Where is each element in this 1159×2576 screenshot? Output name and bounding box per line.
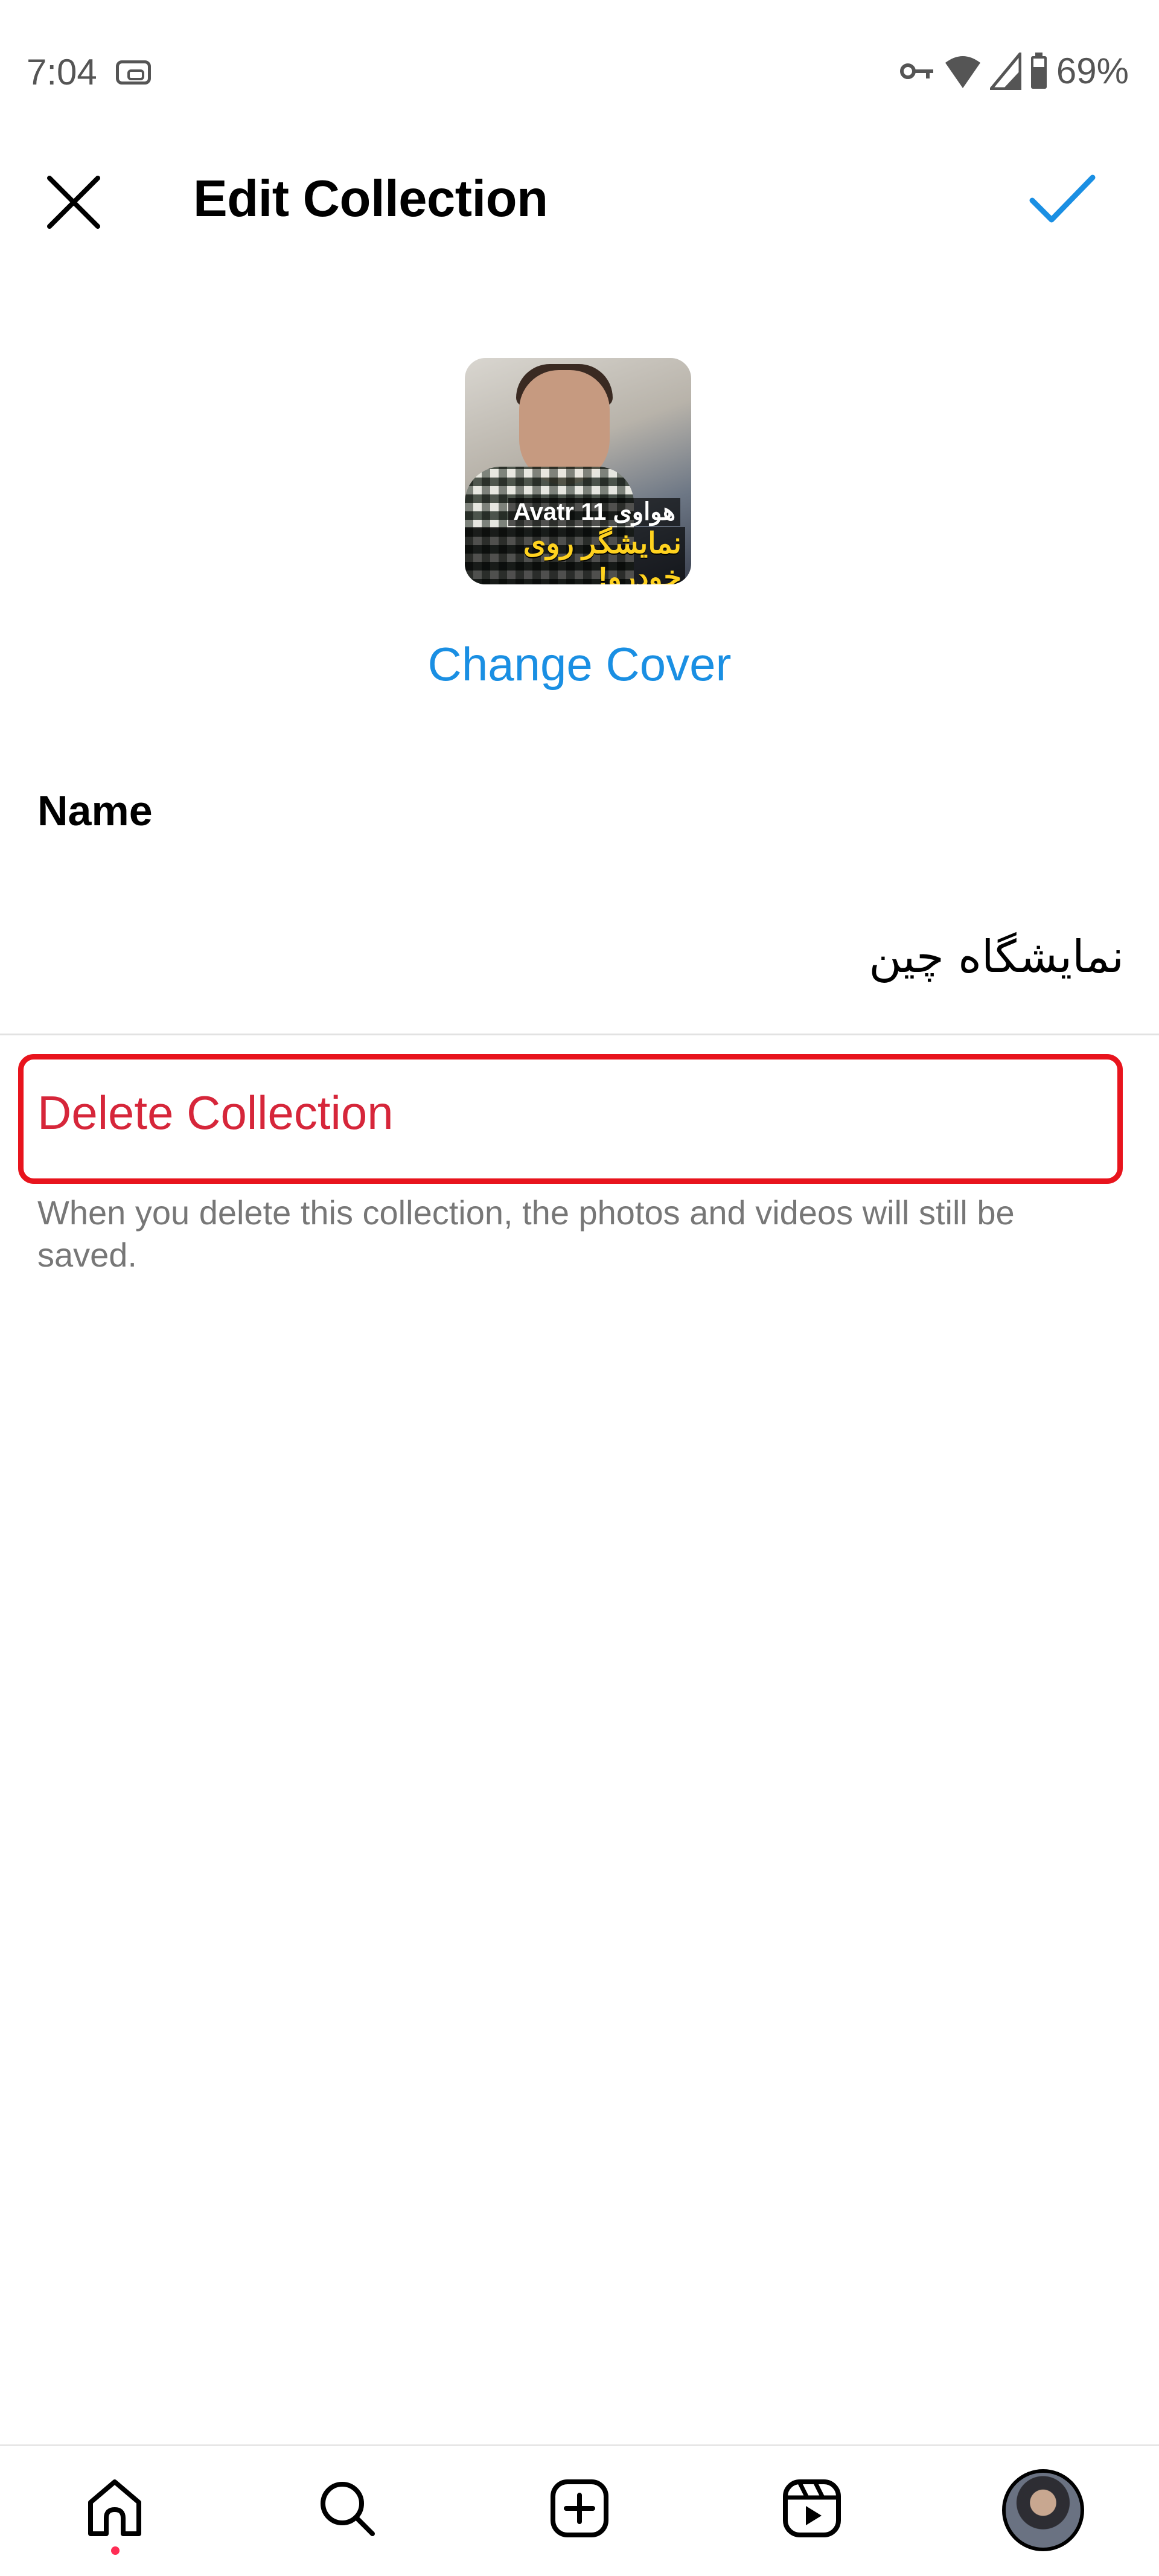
close-icon	[47, 176, 100, 229]
save-button[interactable]	[1026, 169, 1099, 229]
delete-help-text: When you delete this collection, the pho…	[37, 1194, 1015, 1274]
change-cover-button[interactable]: Change Cover	[0, 637, 1159, 691]
bottom-nav-divider	[0, 2444, 1159, 2446]
reels-icon	[783, 2479, 841, 2537]
notification-dot	[111, 2546, 120, 2555]
page-title: Edit Collection	[193, 170, 548, 228]
nav-create[interactable]	[543, 2472, 616, 2545]
home-icon	[88, 2479, 141, 2536]
wifi-icon	[945, 56, 980, 88]
battery-icon	[1030, 53, 1047, 89]
nav-home[interactable]	[78, 2472, 151, 2545]
cover-caption-line1: هواوی Avatr 11	[508, 498, 680, 526]
nav-reels[interactable]	[776, 2472, 848, 2545]
name-label: Name	[37, 787, 153, 834]
search-icon	[321, 2482, 375, 2536]
avatar[interactable]	[1002, 2469, 1084, 2551]
nav-search[interactable]	[311, 2472, 383, 2545]
signal-icon	[989, 53, 1021, 90]
divider	[0, 1034, 1159, 1035]
close-button[interactable]	[43, 172, 104, 232]
check-icon	[1029, 174, 1096, 223]
battery-percent: 69%	[1056, 51, 1129, 91]
status-time: 7:04	[27, 52, 97, 92]
name-input[interactable]	[37, 924, 1124, 990]
plus-square-icon	[551, 2479, 608, 2537]
cover-image[interactable]: هواوی Avatr 11 نمایشگر روی خودرو!	[465, 358, 691, 584]
cast-icon	[116, 60, 151, 85]
status-icons: 69%	[899, 52, 1129, 91]
delete-collection-label[interactable]: Delete Collection	[37, 1084, 394, 1142]
vpn-key-icon	[899, 63, 933, 79]
cover-caption-line2: نمایشگر روی خودرو!	[465, 527, 685, 584]
